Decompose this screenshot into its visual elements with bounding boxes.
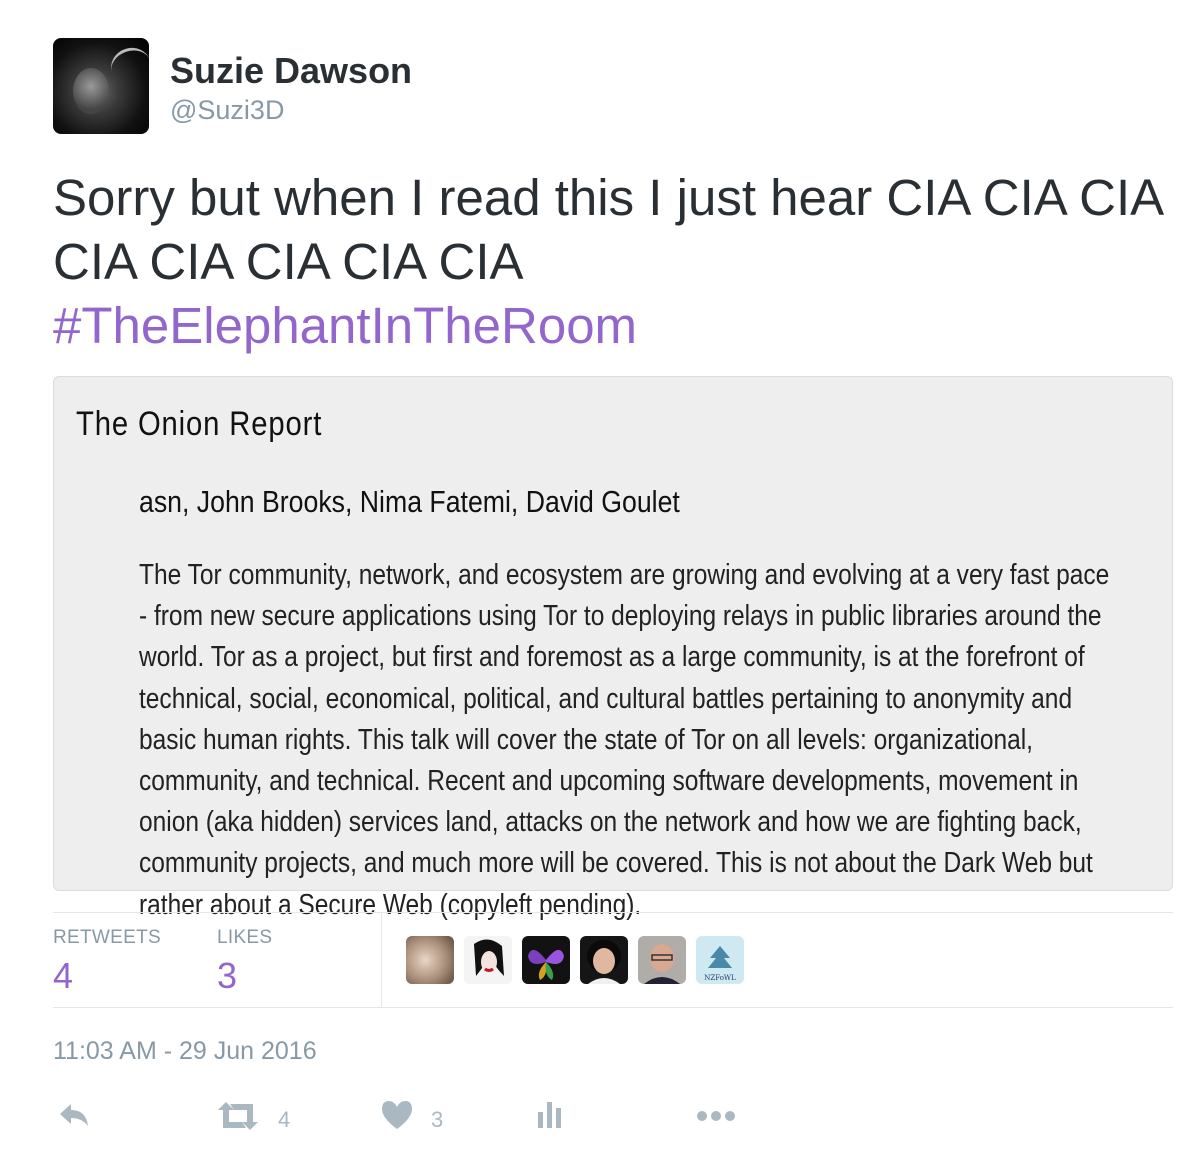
retweets-label: RETWEETS (53, 927, 161, 948)
card-abstract: The Tor community, network, and ecosyste… (139, 559, 1110, 921)
reply-icon (60, 1104, 88, 1126)
stats-divider (381, 913, 382, 1007)
likes-label: LIKES (217, 927, 273, 948)
card-title: The Onion Report (76, 405, 323, 443)
retweets-stat[interactable]: RETWEETS 4 (53, 927, 161, 997)
card-authors: asn, John Brooks, Nima Fatemi, David Gou… (139, 484, 680, 519)
tweet-stats: RETWEETS 4 LIKES 3 NZFoWL (53, 912, 1173, 1008)
like-button[interactable]: 3 (380, 1098, 470, 1138)
liker-avatar-4[interactable] (580, 936, 628, 984)
more-button[interactable] (696, 1098, 738, 1138)
reply-button[interactable] (56, 1098, 92, 1138)
tweet-text: Sorry but when I read this I just hear C… (53, 166, 1163, 358)
heart-icon (382, 1101, 412, 1129)
liker-badge-text: NZFoWL (704, 974, 736, 982)
tweet-body: Sorry but when I read this I just hear C… (53, 169, 1162, 290)
retweet-icon (218, 1102, 258, 1130)
likes-count: 3 (217, 955, 238, 996)
author-handle[interactable]: @Suzi3D (170, 95, 284, 126)
avatar-highlight (106, 42, 149, 91)
hashtag-link[interactable]: #TheElephantInTheRoom (53, 294, 1163, 358)
liker-avatar-2[interactable] (464, 936, 512, 984)
tweet-timestamp[interactable]: 11:03 AM - 29 Jun 2016 (53, 1037, 317, 1066)
more-icon (697, 1111, 735, 1121)
liker-avatar-6[interactable]: NZFoWL (696, 936, 744, 984)
liker-avatar-5[interactable] (638, 936, 686, 984)
avatar-face (73, 68, 109, 114)
author-display-name[interactable]: Suzie Dawson (170, 50, 412, 92)
retweet-count: 4 (278, 1107, 291, 1132)
likes-stat[interactable]: LIKES 3 (217, 927, 272, 997)
embedded-image-card[interactable]: The Onion Report asn, John Brooks, Nima … (53, 376, 1173, 921)
analytics-icon (538, 1102, 561, 1128)
liker-avatar-1[interactable] (406, 936, 454, 984)
analytics-button[interactable] (536, 1098, 566, 1138)
retweet-button[interactable]: 4 (216, 1098, 306, 1138)
retweets-count: 4 (53, 955, 74, 996)
author-avatar[interactable] (53, 38, 149, 134)
like-count: 3 (431, 1107, 444, 1132)
liker-avatar-3[interactable] (522, 936, 570, 984)
